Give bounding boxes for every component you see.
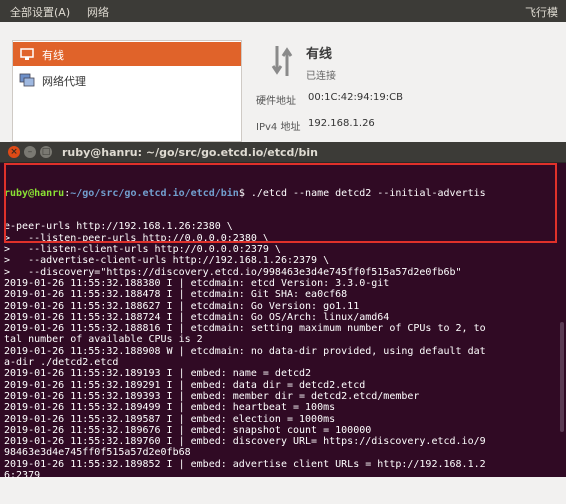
sidebar-item-wired[interactable]: 有线 [13,42,241,66]
network-proxy-icon [19,73,35,87]
hardware-address-label: 硬件地址 [256,96,296,107]
network-settings-panel: 有线 网络代理 有线 已连接 硬件地址 00:1C:42:94:19:CB IP… [0,22,566,142]
terminal-line: > --listen-client-urls http://0.0.0.0:23… [4,244,281,256]
terminal-output[interactable]: ruby@hanru:~/go/src/go.etcd.io/etcd/bin$… [4,165,560,481]
terminal-line: 2019-01-26 11:55:32.189291 I | embed: da… [4,379,366,391]
wired-network-icon [20,48,34,60]
terminal-line: 2019-01-26 11:55:32.188380 I | etcdmain:… [4,277,390,289]
terminal-line: 2019-01-26 11:55:32.189193 I | embed: na… [4,368,312,380]
command-text: ./etcd --name detcd2 --initial-advertis [250,187,486,199]
terminal-line: e-peer-urls http://192.168.1.26:2380 \ [4,221,233,233]
terminal-line: 2019-01-26 11:55:32.188908 W | etcdmain:… [4,345,486,357]
terminal-line: 2019-01-26 11:55:32.188478 I | etcdmain:… [4,289,348,301]
terminal-titlebar[interactable]: × – □ ruby@hanru: ~/go/src/go.etcd.io/et… [0,142,566,163]
terminal-scrollbar[interactable] [560,322,564,432]
menu-network[interactable]: 网络 [87,4,109,20]
terminal-window[interactable]: × – □ ruby@hanru: ~/go/src/go.etcd.io/et… [0,142,566,481]
terminal-line: 2019-01-26 11:55:32.188724 I | etcdmain:… [4,311,390,323]
sidebar-item-label: 网络代理 [42,75,86,88]
minimize-button[interactable]: – [24,146,36,158]
airplane-mode-label[interactable]: 飞行模 [525,4,558,20]
wired-title: 有线 [306,47,333,62]
wired-status: 已连接 [306,71,336,82]
terminal-line: 2019-01-26 11:55:32.189393 I | embed: me… [4,390,420,402]
close-button[interactable]: × [8,146,20,158]
terminal-line: > --advertise-client-urls http://192.168… [4,255,330,267]
prompt-user: ruby@hanru [4,187,65,199]
terminal-line: > --listen-peer-urls http://0.0.0.0:2380… [4,232,269,244]
terminal-line: > --discovery="https://discovery.etcd.io… [4,266,462,278]
terminal-line: tal number of available CPUs is 2 [4,334,203,346]
terminal-line: 98463e3d4e745ff0f515a57d2e0fb68 [4,447,191,459]
terminal-line: 2019-01-26 11:55:32.189760 I | embed: di… [4,436,486,448]
terminal-line: 2019-01-26 11:55:32.189852 I | embed: ad… [4,458,486,470]
terminal-line: 2019-01-26 11:55:32.188816 I | etcdmain:… [4,323,486,335]
ipv4-address-label: IPv4 地址 [256,122,301,133]
terminal-line: 6:2379 [4,470,41,482]
maximize-button[interactable]: □ [40,146,52,158]
wired-connection-icon [271,46,293,76]
prompt-path: ~/go/src/go.etcd.io/etcd/bin [70,187,239,199]
prompt-end: $ [238,187,251,199]
ipv4-address-value: 192.168.1.26 [308,118,375,129]
sidebar-item-network-proxy[interactable]: 网络代理 [13,68,241,92]
terminal-line: a-dir ./detcd2.etcd [4,357,119,369]
terminal-line: 2019-01-26 11:55:32.189676 I | embed: sn… [4,424,372,436]
sidebar-item-label: 有线 [42,49,64,62]
top-menubar: 全部设置(A) 网络 飞行模 [0,0,566,22]
terminal-line: 2019-01-26 11:55:32.188627 I | etcdmain:… [4,300,360,312]
command-prompt-line: ruby@hanru:~/go/src/go.etcd.io/etcd/bin$… [4,188,560,199]
terminal-line: 2019-01-26 11:55:32.189499 I | embed: he… [4,402,336,414]
menu-all-settings[interactable]: 全部设置(A) [10,4,70,20]
network-sidebar: 有线 网络代理 [12,40,242,142]
terminal-line: 2019-01-26 11:55:32.189587 I | embed: el… [4,413,336,425]
terminal-title: ruby@hanru: ~/go/src/go.etcd.io/etcd/bin [62,146,318,159]
hardware-address-value: 00:1C:42:94:19:CB [308,92,403,103]
terminal-lines: e-peer-urls http://192.168.1.26:2380 \ > … [4,221,560,481]
